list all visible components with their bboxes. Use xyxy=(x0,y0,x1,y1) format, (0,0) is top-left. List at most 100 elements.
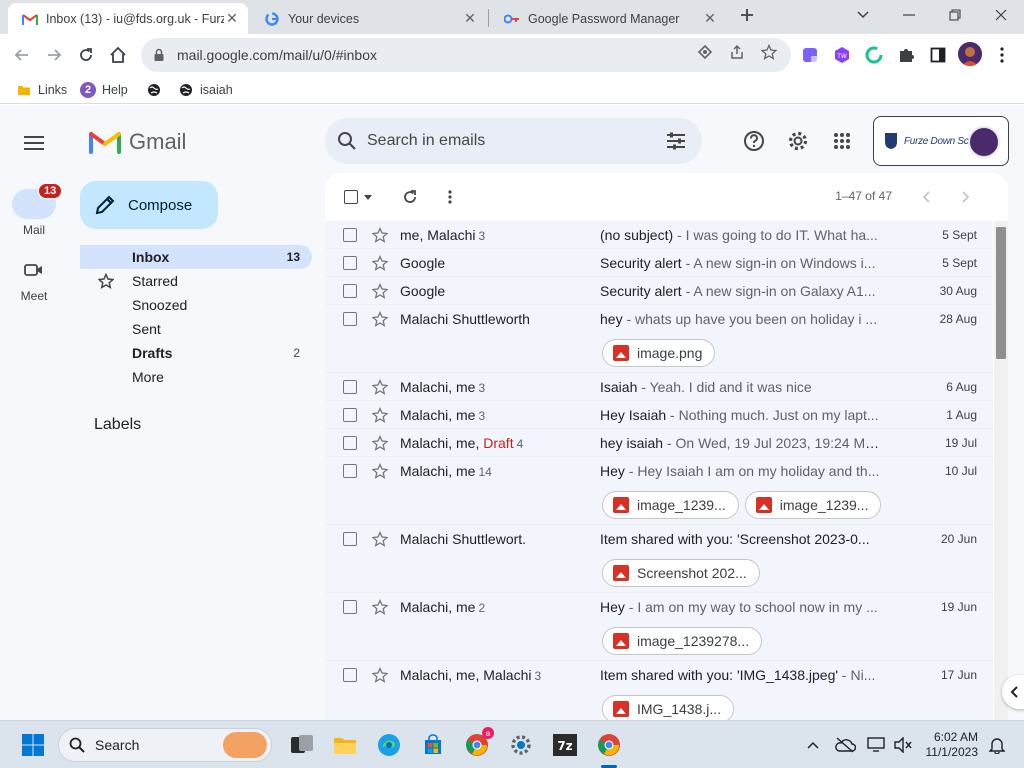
select-all-checkbox[interactable] xyxy=(341,187,361,207)
rail-meet[interactable]: Meet xyxy=(0,255,68,303)
close-window-button[interactable] xyxy=(978,0,1024,30)
older-page-button[interactable] xyxy=(956,187,976,207)
nav-more[interactable]: More xyxy=(80,365,312,389)
taskbar-search[interactable]: Search xyxy=(58,728,272,762)
row-checkbox[interactable] xyxy=(343,228,357,242)
chrome-profile-icon[interactable]: a xyxy=(462,727,494,760)
system-tray-chevron[interactable] xyxy=(798,730,828,760)
newer-page-button[interactable] xyxy=(916,187,936,207)
reload-button[interactable] xyxy=(72,41,100,69)
support-button[interactable] xyxy=(740,127,768,155)
star-icon[interactable] xyxy=(371,666,389,684)
email-row[interactable]: Malachi, me 3 Hey Isaiah - Nothing much. J… xyxy=(325,401,993,429)
side-panel-icon[interactable] xyxy=(928,45,948,65)
settings-app-icon[interactable] xyxy=(506,730,536,760)
search-options-icon[interactable] xyxy=(666,131,686,151)
close-tab-icon[interactable]: ✕ xyxy=(224,10,240,27)
row-checkbox[interactable] xyxy=(343,408,357,422)
extensions-puzzle-icon[interactable] xyxy=(896,45,916,65)
bookmark-star-icon[interactable] xyxy=(760,43,778,61)
file-explorer-icon[interactable] xyxy=(330,730,360,760)
nav-sent[interactable]: Sent xyxy=(80,317,312,341)
row-checkbox[interactable] xyxy=(343,668,357,682)
row-checkbox[interactable] xyxy=(343,464,357,478)
tab-your-devices[interactable]: Your devices ✕ xyxy=(250,3,486,34)
7zip-icon[interactable]: 7z xyxy=(550,730,580,760)
row-checkbox[interactable] xyxy=(343,532,357,546)
star-icon[interactable] xyxy=(371,462,389,480)
attachment-chip[interactable]: image_1239... xyxy=(602,491,739,519)
nav-starred[interactable]: Starred xyxy=(80,269,312,293)
profile-avatar[interactable] xyxy=(958,42,982,66)
nav-drafts[interactable]: Drafts 2 xyxy=(80,341,312,365)
browser-menu-icon[interactable] xyxy=(992,45,1012,65)
search-bar[interactable] xyxy=(325,118,702,164)
close-tab-icon[interactable]: ✕ xyxy=(702,10,718,27)
tab-search-button[interactable] xyxy=(840,0,886,30)
extension-purple-icon[interactable] xyxy=(800,45,820,65)
star-icon[interactable] xyxy=(371,226,389,244)
extension-grammarly-icon[interactable] xyxy=(864,45,884,65)
row-checkbox[interactable] xyxy=(343,284,357,298)
tab-password-manager[interactable]: Google Password Manager ✕ xyxy=(490,3,726,34)
email-row[interactable]: Malachi, me 2 Hey - I am on my way to scho… xyxy=(325,593,993,661)
start-button[interactable] xyxy=(18,730,48,760)
refresh-icon[interactable] xyxy=(400,187,420,207)
nav-inbox[interactable]: Inbox 13 xyxy=(80,245,312,269)
email-row[interactable]: Malachi, me, Malachi 3 Item shared with yo… xyxy=(325,661,993,720)
email-row[interactable]: me, Malachi 3 (no subject) - I was going t… xyxy=(325,221,993,249)
bookmark-globe[interactable] xyxy=(146,80,168,100)
chrome-icon[interactable] xyxy=(594,730,624,760)
star-icon[interactable] xyxy=(371,254,389,272)
row-checkbox[interactable] xyxy=(343,380,357,394)
attachment-chip[interactable]: image_1239... xyxy=(744,491,882,519)
bookmark-links[interactable]: Links xyxy=(16,80,67,100)
bookmark-help[interactable]: 2 Help xyxy=(80,80,128,100)
row-checkbox[interactable] xyxy=(343,256,357,270)
email-row[interactable]: Google Security alert - A new sign-in on … xyxy=(325,249,993,277)
volume-muted-icon[interactable] xyxy=(888,730,918,760)
more-options-icon[interactable] xyxy=(440,187,460,207)
row-checkbox[interactable] xyxy=(343,436,357,450)
attachment-chip[interactable]: Screenshot 202... xyxy=(602,559,760,587)
star-icon[interactable] xyxy=(371,434,389,452)
task-view-icon[interactable] xyxy=(287,730,317,760)
star-icon[interactable] xyxy=(371,378,389,396)
star-icon[interactable] xyxy=(371,598,389,616)
address-bar[interactable]: mail.google.com/mail/u/0/#inbox xyxy=(141,38,791,72)
onedrive-icon[interactable] xyxy=(830,730,860,760)
gmail-logo[interactable]: Gmail xyxy=(89,127,186,157)
apps-button[interactable] xyxy=(828,127,856,155)
taskbar-clock[interactable]: 6:02 AM 11/1/2023 xyxy=(918,730,979,760)
nav-snoozed[interactable]: Snoozed xyxy=(80,293,312,317)
attachment-chip[interactable]: image.png xyxy=(602,339,716,367)
row-checkbox[interactable] xyxy=(343,312,357,326)
compose-button[interactable]: Compose xyxy=(80,181,218,229)
attachment-chip[interactable]: IMG_1438.j... xyxy=(602,695,735,720)
email-row[interactable]: Malachi, me, Draft 4 hey isaiah - On Wed, … xyxy=(325,429,993,457)
attachment-chip[interactable]: image_1239278... xyxy=(602,627,763,655)
close-tab-icon[interactable]: ✕ xyxy=(462,10,478,27)
edge-icon[interactable] xyxy=(374,730,404,760)
email-row[interactable]: Malachi Shuttlewort. Item shared with you… xyxy=(325,525,993,593)
tab-inbox[interactable]: Inbox (13) - iu@fds.org.uk - Furz ✕ xyxy=(8,3,248,34)
new-tab-button[interactable] xyxy=(732,0,762,30)
scroll-thumb[interactable] xyxy=(996,227,1006,359)
extension-tw-icon[interactable]: TW xyxy=(832,45,852,65)
star-icon[interactable] xyxy=(371,530,389,548)
share-icon[interactable] xyxy=(728,43,746,61)
account-button[interactable]: Furze Down School xyxy=(873,116,1009,166)
main-menu-button[interactable] xyxy=(18,127,50,159)
tracking-icon[interactable] xyxy=(696,43,714,61)
forward-button[interactable] xyxy=(40,41,68,69)
star-icon[interactable] xyxy=(371,282,389,300)
microsoft-store-icon[interactable] xyxy=(418,730,448,760)
select-menu-icon[interactable] xyxy=(361,187,375,207)
row-checkbox[interactable] xyxy=(343,600,357,614)
email-row[interactable]: Google Security alert - A new sign-in on … xyxy=(325,277,993,305)
back-button[interactable] xyxy=(8,41,36,69)
minimize-button[interactable] xyxy=(886,0,932,30)
rail-mail[interactable]: 13 Mail xyxy=(0,183,68,237)
email-row[interactable]: Malachi Shuttleworth hey - whats up have … xyxy=(325,305,993,373)
bookmark-isaiah[interactable]: isaiah xyxy=(178,80,233,100)
